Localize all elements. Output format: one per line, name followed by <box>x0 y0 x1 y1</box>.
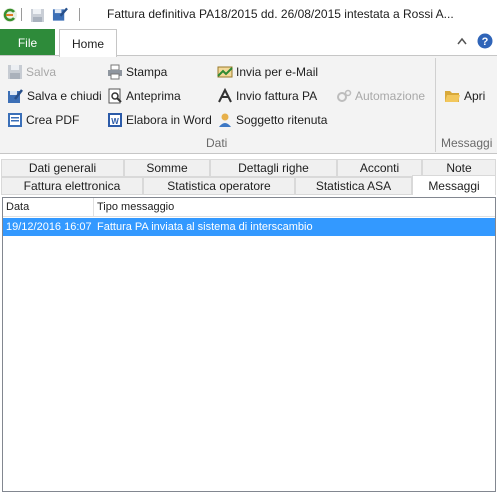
soggetto-ritenuta-label: Soggetto ritenuta <box>236 113 328 127</box>
group-separator <box>435 58 436 152</box>
qa-separator-2 <box>79 8 80 21</box>
ribbon-right-controls: ? <box>457 33 493 49</box>
salva-e-chiudi-button[interactable]: Salva e chiudi <box>7 86 102 106</box>
invio-fattura-pa-label: Invio fattura PA <box>236 89 318 103</box>
apri-button[interactable]: Apri <box>444 86 485 106</box>
cell-data: 19/12/2016 16:07 <box>6 221 92 233</box>
tab-somme[interactable]: Somme <box>124 159 210 177</box>
printer-icon <box>107 64 123 80</box>
tab-statistica-operatore[interactable]: Statistica operatore <box>143 177 295 195</box>
save-close-quick-icon[interactable] <box>52 6 68 22</box>
collapse-ribbon-icon[interactable] <box>457 37 467 45</box>
invia-email-label: Invia per e-Mail <box>236 65 319 79</box>
ribbon-panel: Salva Salva e chiudi Crea PDF Stampa Ant… <box>0 55 497 154</box>
automazione-button[interactable]: Automazione <box>336 86 425 106</box>
messages-grid[interactable]: Data Tipo messaggio 19/12/2016 16:07 Fat… <box>2 197 496 492</box>
tab-home[interactable]: Home <box>59 29 117 57</box>
word-icon: W <box>107 112 123 128</box>
tab-acconti[interactable]: Acconti <box>337 159 422 177</box>
anteprima-label: Anteprima <box>126 89 181 103</box>
invio-fattura-pa-button[interactable]: Invio fattura PA <box>217 86 317 106</box>
column-header-tipo-messaggio[interactable]: Tipo messaggio <box>94 198 495 217</box>
invia-email-button[interactable]: Invia per e-Mail <box>217 62 318 82</box>
group-label-messaggi: Messaggi <box>441 136 493 150</box>
save-and-close-icon <box>7 88 24 105</box>
crea-pdf-label: Crea PDF <box>26 113 80 127</box>
salva-button[interactable]: Salva <box>7 62 56 82</box>
app-logo-icon[interactable] <box>2 7 18 23</box>
user-icon <box>217 112 233 128</box>
salva-e-chiudi-label: Salva e chiudi <box>27 89 102 103</box>
tab-file[interactable]: File <box>0 29 55 56</box>
group-label-dati: Dati <box>206 136 228 150</box>
automation-icon <box>336 88 352 104</box>
crea-pdf-button[interactable]: Crea PDF <box>7 110 79 130</box>
soggetto-ritenuta-button[interactable]: Soggetto ritenuta <box>217 110 327 130</box>
elabora-in-word-button[interactable]: W Elabora in Word <box>107 110 212 130</box>
table-row[interactable]: 19/12/2016 16:07 Fattura PA inviata al s… <box>3 218 495 236</box>
preview-icon <box>107 88 123 104</box>
anteprima-button[interactable]: Anteprima <box>107 86 181 106</box>
tab-messaggi[interactable]: Messaggi <box>412 175 496 195</box>
tab-statistica-asa[interactable]: Statistica ASA <box>295 177 412 195</box>
column-header-data[interactable]: Data <box>3 198 94 217</box>
tab-dettagli-righe[interactable]: Dettagli righe <box>210 159 337 177</box>
grid-header: Data Tipo messaggio <box>3 198 495 217</box>
window-title: Fattura definitiva PA18/2015 dd. 26/08/2… <box>107 7 454 21</box>
help-icon[interactable]: ? <box>477 33 493 49</box>
ribbon-tab-row: File Home ? <box>0 29 497 57</box>
svg-text:?: ? <box>482 36 489 48</box>
tab-dati-generali[interactable]: Dati generali <box>1 159 124 177</box>
save-icon <box>7 64 23 80</box>
cell-tipo-messaggio: Fattura PA inviata al sistema di intersc… <box>97 221 313 233</box>
qa-separator <box>21 8 22 21</box>
email-icon <box>217 64 233 80</box>
automazione-label: Automazione <box>355 89 426 103</box>
salva-label: Salva <box>26 65 57 79</box>
tab-fattura-elettronica[interactable]: Fattura elettronica <box>1 177 143 195</box>
apri-label: Apri <box>464 89 486 103</box>
stampa-button[interactable]: Stampa <box>107 62 167 82</box>
open-folder-icon <box>444 88 461 104</box>
title-bar: Fattura definitiva PA18/2015 dd. 26/08/2… <box>0 0 497 29</box>
save-quick-icon[interactable] <box>29 7 45 23</box>
send-pa-icon <box>217 88 233 104</box>
elabora-in-word-label: Elabora in Word <box>126 113 212 127</box>
svg-text:W: W <box>111 117 119 126</box>
pdf-icon <box>7 112 23 128</box>
stampa-label: Stampa <box>126 65 168 79</box>
